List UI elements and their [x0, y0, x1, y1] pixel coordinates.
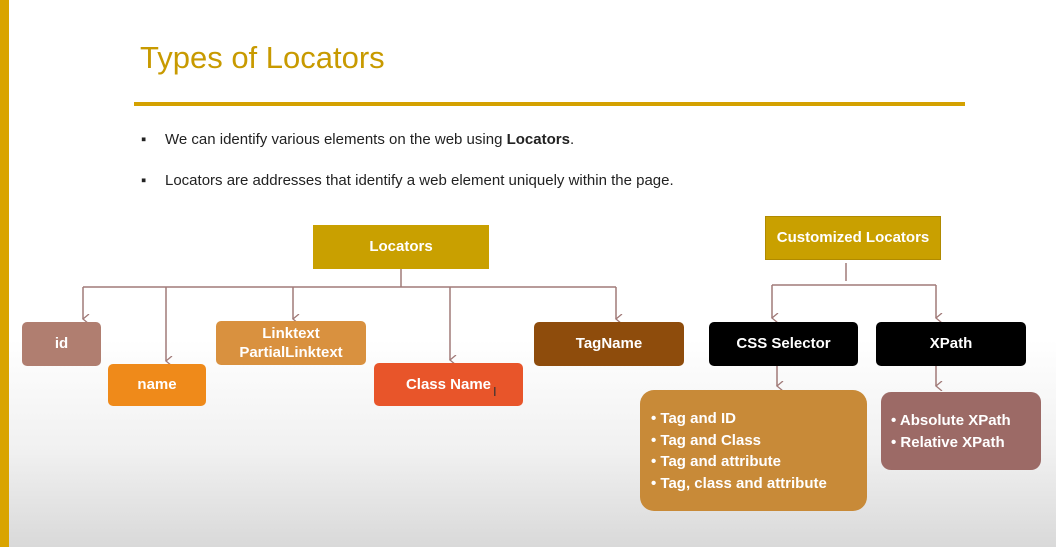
css-selector-box: CSS Selector	[709, 322, 858, 366]
locator-tagname-box: TagName	[534, 322, 684, 366]
list-item: • Tag and attribute	[651, 453, 781, 470]
customized-locators-root-box: Customized Locators	[765, 216, 941, 260]
xpath-box: XPath	[876, 322, 1026, 366]
list-item: • Tag and ID	[651, 410, 736, 427]
list-item: • Absolute XPath	[891, 412, 1011, 429]
locator-classname-box: Class Name	[374, 363, 523, 406]
css-selector-list: • Tag and ID • Tag and Class • Tag and a…	[640, 390, 867, 511]
text-cursor-icon: I	[493, 384, 497, 399]
partiallinktext-label: PartialLinktext	[239, 344, 343, 361]
xpath-list: • Absolute XPath • Relative XPath	[881, 392, 1041, 470]
list-item: • Relative XPath	[891, 433, 1005, 451]
locator-linktext-box: Linktext PartialLinktext	[216, 321, 366, 365]
list-item: • Tag and Class	[651, 431, 762, 449]
locators-root-box: Locators	[313, 225, 489, 269]
locator-id-box: id	[22, 322, 101, 366]
linktext-label: Linktext	[262, 324, 320, 342]
locator-name-box: name	[108, 364, 206, 406]
list-item: • Tag, class and attribute	[651, 474, 827, 492]
